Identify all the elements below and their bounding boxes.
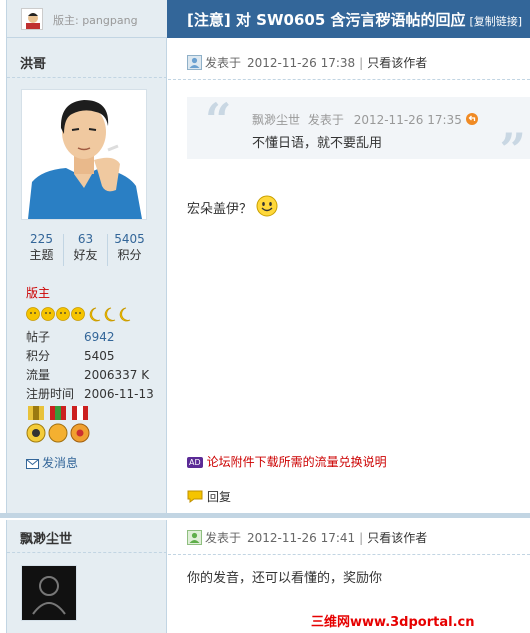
ad-badge: AD <box>187 457 203 468</box>
stat-value: 225 <box>30 232 53 246</box>
meta-separator: | <box>359 56 364 70</box>
quote-text: 不懂日语，就不要乱用 <box>252 136 383 151</box>
site-watermark: 三维网www.3dportal.cn <box>311 615 475 630</box>
posted-label: 发表于 <box>205 56 242 70</box>
quote-block: “ ” 飘渺尘世 发表于 2012-11-26 17:35 不懂日语，就不要乱用 <box>187 93 530 177</box>
stat-threads[interactable]: 225 主题 <box>20 232 63 264</box>
moderator-cell: 版主: pangpang <box>7 0 167 38</box>
post-meta-divider <box>168 79 530 80</box>
user-group[interactable]: 版主 <box>26 284 50 301</box>
quote-header: 飘渺尘世 发表于 2012-11-26 17:35 <box>252 111 478 128</box>
quote-time: 2012-11-26 17:35 <box>353 113 462 127</box>
forum-thread-page: 版主: pangpang [注意] 对 SW0605 含污言秽语帖的回应 [复制链… <box>0 0 530 633</box>
info-key: 帖子 <box>26 330 51 344</box>
info-posts: 帖子 6942 <box>26 329 115 345</box>
send-message-button[interactable]: 发消息 <box>26 454 78 471</box>
online-user-icon <box>187 54 202 73</box>
jump-to-post-icon[interactable] <box>465 113 478 125</box>
info-value[interactable]: 6942 <box>84 330 115 344</box>
post1-avatar[interactable] <box>21 89 147 220</box>
post-time: 2012-11-26 17:38 <box>247 56 356 70</box>
reply-button[interactable]: 回复 <box>187 488 231 505</box>
post-time: 2012-11-26 17:41 <box>247 531 356 545</box>
info-key: 流量 <box>26 368 51 382</box>
stat-label: 好友 <box>73 248 98 262</box>
info-value: 2006-11-13 <box>84 387 154 401</box>
stat-value: 63 <box>77 232 94 246</box>
moderator-label[interactable]: 版主: pangpang <box>53 12 138 28</box>
stat-friends[interactable]: 63 好友 <box>64 232 107 264</box>
reply-label: 回复 <box>207 490 232 504</box>
author-divider <box>7 552 167 553</box>
online-user-icon <box>187 529 202 548</box>
post2-body: 你的发音，还可以看懂的，奖励你 <box>187 571 383 586</box>
stat-label: 积分 <box>117 248 142 262</box>
title-bar: [注意] 对 SW0605 含污言秽语帖的回应 [复制链接] <box>167 0 530 38</box>
thread-title-text: [注意] 对 SW0605 含污言秽语帖的回应 <box>187 11 466 29</box>
reply-bubble-icon <box>187 490 203 503</box>
info-points: 积分 5405 <box>26 348 115 364</box>
quote-author: 飘渺尘世 <box>252 113 301 127</box>
copy-link-button[interactable]: [复制链接] <box>469 15 522 28</box>
stat-value: 5405 <box>114 232 145 246</box>
info-key: 注册时间 <box>26 387 75 401</box>
posted-label: 发表于 <box>205 531 242 545</box>
post1-body: 宏朵盖伊？ <box>187 195 278 217</box>
only-author-link[interactable]: 只看该作者 <box>367 531 427 545</box>
quote-open-icon: “ <box>205 93 232 147</box>
thread-header: 版主: pangpang [注意] 对 SW0605 含污言秽语帖的回应 [复制链… <box>0 0 530 38</box>
rank-stars-icon <box>26 306 138 322</box>
meta-separator: | <box>359 531 364 545</box>
ad-text: 论坛附件下载所需的流量兑换说明 <box>206 455 387 469</box>
post-divider-highlight <box>0 518 530 520</box>
info-value: 2006337 K <box>84 368 150 382</box>
post-text: 宏朵盖伊？ <box>187 202 253 217</box>
left-gutter <box>0 0 7 633</box>
stat-points[interactable]: 5405 积分 <box>108 232 151 264</box>
info-traffic: 流量 2006337 K <box>26 367 149 383</box>
info-regdate: 注册时间 2006-11-13 <box>26 386 154 402</box>
medal-icon[interactable] <box>26 406 106 444</box>
post1-meta: 发表于 2012-11-26 17:38 | 只看该作者 <box>187 54 427 73</box>
send-message-label: 发消息 <box>42 456 79 470</box>
post2-author-name[interactable]: 飘渺尘世 <box>20 528 72 547</box>
post2-avatar[interactable] <box>21 565 77 621</box>
post1-author-stats: 225 主题 63 好友 5405 积分 <box>20 232 150 268</box>
envelope-icon <box>26 458 39 469</box>
ad-link[interactable]: AD 论坛附件下载所需的流量兑换说明 <box>187 453 387 470</box>
info-key: 积分 <box>26 349 51 363</box>
author-divider <box>7 77 167 78</box>
post-meta-divider <box>168 554 530 555</box>
medals <box>26 406 106 444</box>
post1-author-name[interactable]: 洪哥 <box>20 53 46 72</box>
quote-close-icon: ” <box>499 123 526 177</box>
thread-title: [注意] 对 SW0605 含污言秽语帖的回应 [复制链接] <box>187 9 522 30</box>
stat-label: 主题 <box>29 248 54 262</box>
smiley-icon <box>256 195 278 217</box>
moderator-avatar[interactable] <box>21 8 43 30</box>
info-value: 5405 <box>84 349 115 363</box>
quote-posted-label: 发表于 <box>307 113 344 127</box>
only-author-link[interactable]: 只看该作者 <box>367 56 427 70</box>
post2-meta: 发表于 2012-11-26 17:41 | 只看该作者 <box>187 529 427 548</box>
